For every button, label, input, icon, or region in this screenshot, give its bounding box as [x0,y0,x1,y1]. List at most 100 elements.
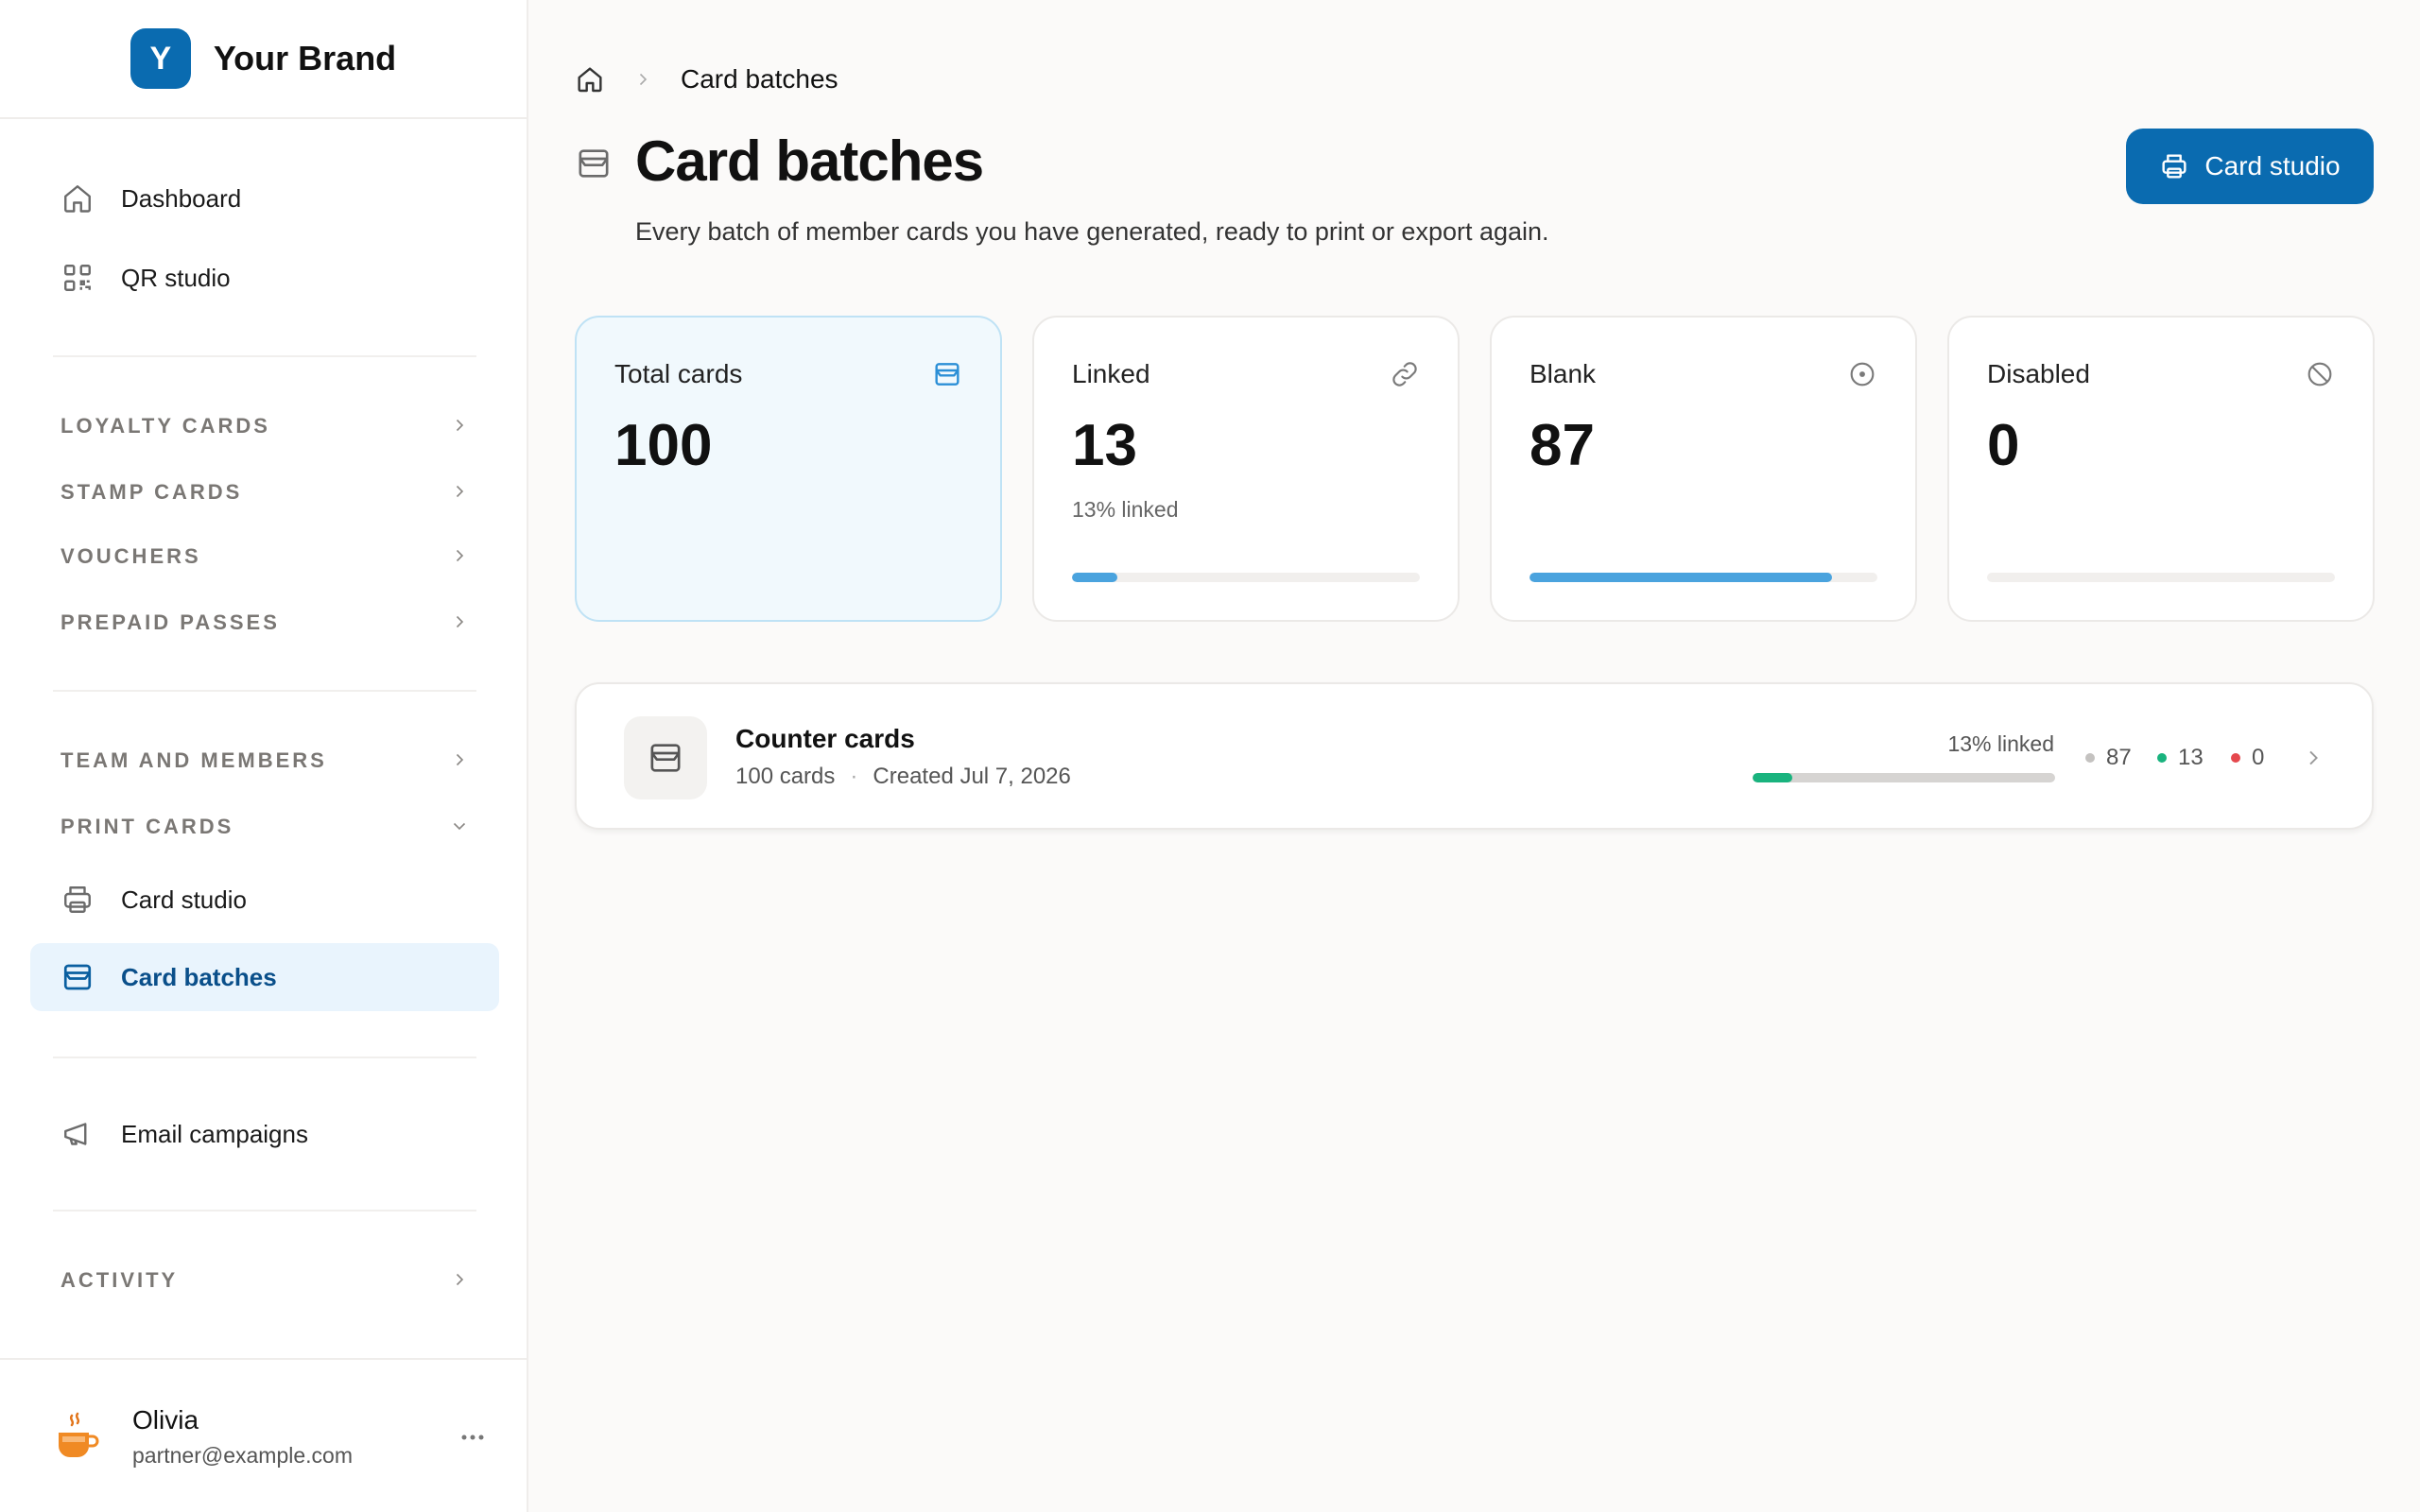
stat-label: Blank [1530,359,1597,388]
brand[interactable]: Y Your Brand [0,0,527,119]
disabled-count: 0 [2231,745,2264,771]
sidebar-section-loyalty-cards[interactable]: LOYALTY CARDS [30,397,499,454]
sidebar-item-card-studio[interactable]: Card studio [30,866,499,934]
sidebar-section-print-cards[interactable]: PRINT CARDS [30,798,499,854]
section-label: ACTIVITY [60,1268,179,1292]
disabled-progress-track [1987,573,2335,582]
stat-card-blank: Blank 87 [1490,316,1917,622]
stat-label: Disabled [1987,359,2090,388]
chevron-right-icon [450,546,469,565]
sidebar-section-activity[interactable]: ACTIVITY [30,1251,499,1308]
batch-row[interactable]: Counter cards 100 cards · Created Jul 7,… [575,682,2374,830]
linked-dot [2157,753,2167,763]
brand-name: Your Brand [213,39,397,77]
coffee-cup-icon [55,1412,100,1465]
sidebar-section-stamp-cards[interactable]: STAMP CARDS [30,463,499,520]
sidebar-item-label: Card studio [121,885,247,914]
batch-progress-track [1753,773,2055,782]
stat-value: 100 [614,413,713,478]
stat-label: Linked [1072,359,1150,388]
stat-value: 0 [1987,413,2020,478]
sidebar-item-email-campaigns[interactable]: Email campaigns [30,1100,499,1168]
batch-created-date: Created Jul 7, 2026 [873,764,1071,789]
stat-card-total-cards: Total cards 100 [575,316,1002,622]
section-label: STAMP CARDS [60,480,243,504]
section-label: LOYALTY CARDS [60,414,270,438]
page-title: Card batches [635,129,984,193]
printer-icon [2159,151,2189,181]
stat-card-disabled: Disabled 0 [1947,316,2375,622]
sidebar-divider [53,1057,476,1058]
user-profile[interactable]: Olivia partner@example.com [0,1358,528,1512]
chevron-right-icon [450,612,469,631]
chevron-right-icon [450,416,469,435]
blank-count: 87 [2085,745,2132,771]
disabled-count-value: 0 [2252,745,2265,770]
sidebar-divider [53,690,476,692]
inbox-icon [575,145,613,182]
breadcrumb: Card batches [575,62,838,96]
chevron-right-icon [450,750,469,769]
linked-progress-fill [1072,573,1117,582]
sidebar-divider [53,355,476,357]
linked-count-value: 13 [2178,745,2204,770]
stat-label: Total cards [614,359,743,388]
stat-note: 13% linked [1072,497,1179,522]
section-label: VOUCHERS [60,544,201,568]
ban-icon [2305,359,2335,389]
meta-separator: · [850,764,858,789]
batch-name: Counter cards [735,724,915,753]
printer-icon [60,883,95,917]
link-icon [1390,359,1420,389]
linked-progress-track [1072,573,1420,582]
card-studio-button[interactable]: Card studio [2126,129,2374,204]
batch-meta: 100 cards · Created Jul 7, 2026 [735,764,1071,790]
inbox-icon [932,359,962,389]
sidebar-item-label: Card batches [121,962,277,991]
chevron-right-icon [2302,747,2325,769]
batch-linked-label: 13% linked [1947,731,2054,756]
stat-value: 13 [1072,413,1137,478]
sidebar-item-label: Dashboard [121,183,242,213]
sidebar: Y Your Brand Dashboard QR studio LOYALTY… [0,0,528,1512]
linked-count: 13 [2157,745,2204,771]
user-email: partner@example.com [132,1443,353,1468]
qr-code-icon [60,261,95,295]
card-studio-button-label: Card studio [2204,151,2341,180]
sidebar-section-vouchers[interactable]: VOUCHERS [30,527,499,584]
inbox-icon [60,960,95,994]
sidebar-divider [53,1210,476,1211]
circle-dot-icon [1847,359,1877,389]
megaphone-icon [60,1117,95,1151]
brand-logo: Y [130,28,191,89]
home-icon [60,181,95,215]
batch-icon-tile [624,716,707,799]
sidebar-section-prepaid-passes[interactable]: PREPAID PASSES [30,593,499,650]
chevron-down-icon [450,816,469,835]
disabled-dot [2231,753,2240,763]
section-label: PREPAID PASSES [60,610,280,634]
sidebar-item-qr-studio[interactable]: QR studio [30,244,499,312]
page-subtitle: Every batch of member cards you have gen… [635,217,1549,246]
batch-progress-fill [1753,773,1792,782]
home-icon[interactable] [575,64,605,94]
stat-card-linked: Linked 13 13% linked [1032,316,1460,622]
batch-card-count: 100 cards [735,764,836,789]
sidebar-item-label: QR studio [121,263,231,292]
blank-progress-track [1530,573,1877,582]
sidebar-item-card-batches[interactable]: Card batches [30,943,499,1011]
chevron-right-icon [450,1270,469,1289]
sidebar-item-dashboard[interactable]: Dashboard [30,164,499,232]
sidebar-item-label: Email campaigns [121,1119,308,1148]
more-options-icon[interactable] [458,1422,488,1452]
inbox-icon [647,739,684,777]
blank-progress-fill [1530,573,1833,582]
section-label: PRINT CARDS [60,815,234,838]
breadcrumb-current: Card batches [681,64,838,94]
chevron-right-icon [450,482,469,501]
blank-dot [2085,753,2095,763]
chevron-right-icon [633,70,652,89]
user-name: Olivia [132,1405,199,1435]
stat-value: 87 [1530,413,1595,478]
sidebar-section-team-and-members[interactable]: TEAM AND MEMBERS [30,731,499,788]
